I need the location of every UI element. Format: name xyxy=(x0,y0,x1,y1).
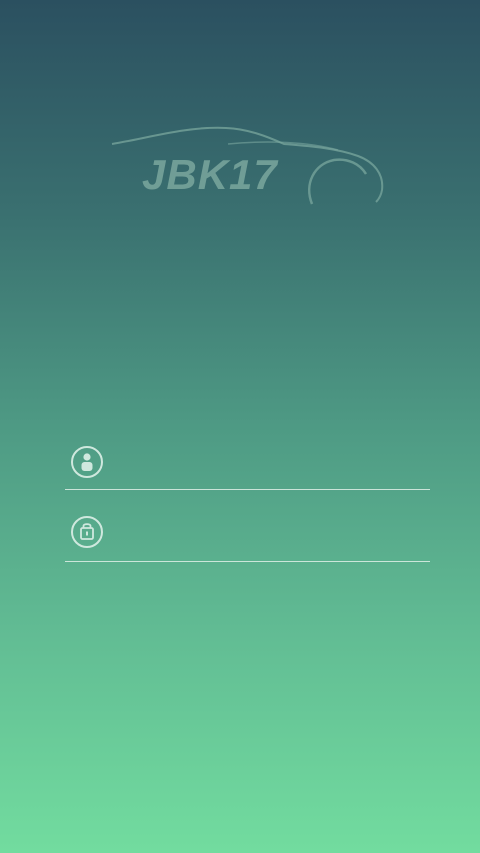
password-field xyxy=(65,510,430,562)
password-underline xyxy=(65,561,430,562)
car-logo-icon: JBK17 xyxy=(111,126,384,205)
username-field xyxy=(65,440,430,490)
app-logo: JBK17 xyxy=(108,118,388,218)
logo-text: JBK17 xyxy=(142,151,278,198)
username-input[interactable] xyxy=(115,446,420,480)
username-underline xyxy=(65,489,430,490)
lock-icon xyxy=(70,515,104,549)
user-icon xyxy=(70,445,104,479)
login-screen: JBK17 xyxy=(0,0,480,853)
password-input[interactable] xyxy=(115,516,420,550)
